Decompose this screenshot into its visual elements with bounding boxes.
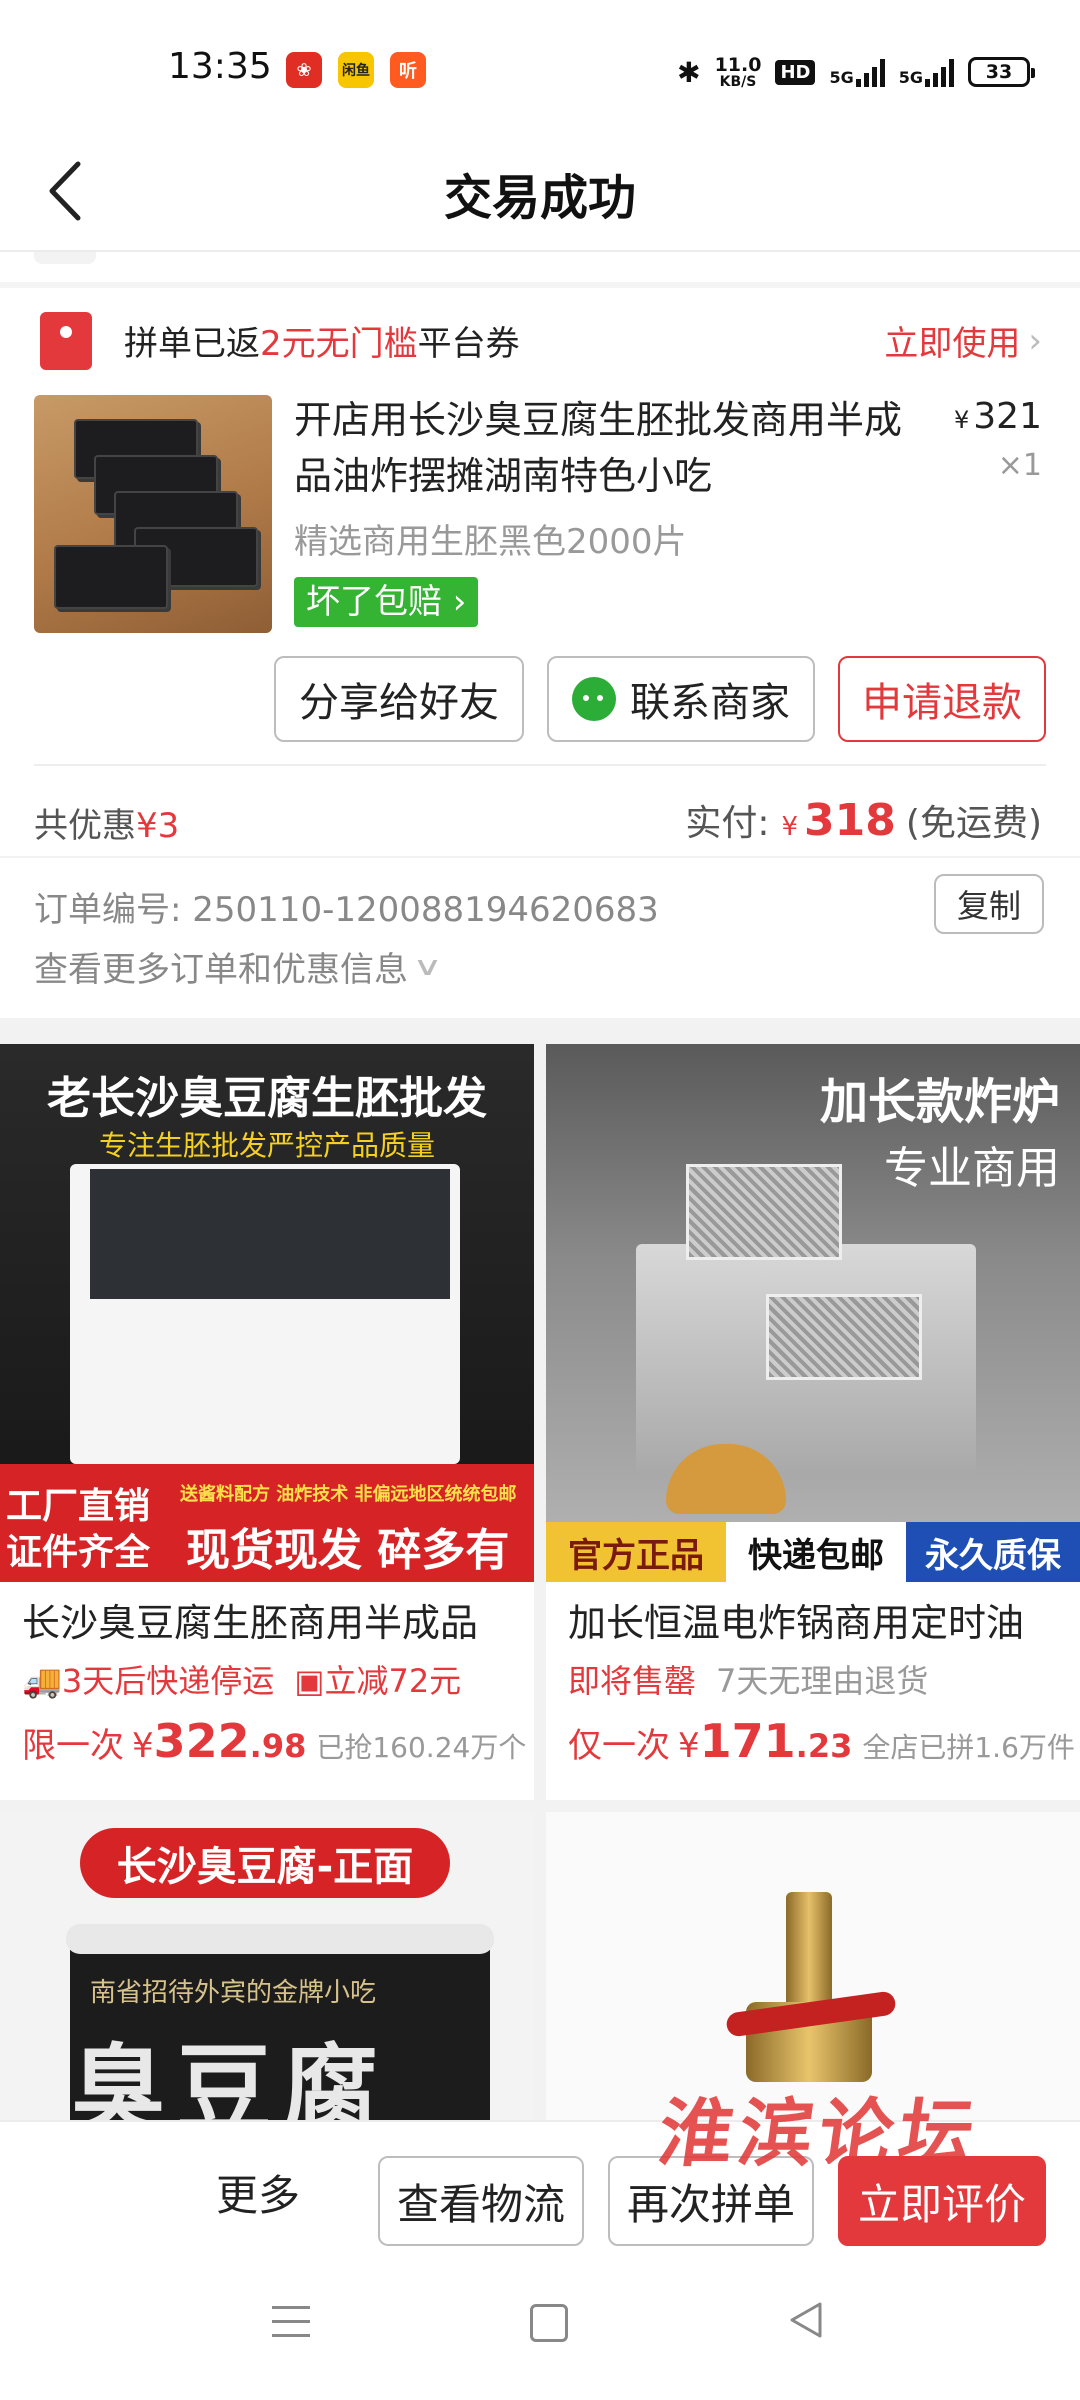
page-title: 交易成功 bbox=[443, 170, 636, 226]
view-logistics-button[interactable]: 查看物流 bbox=[378, 2156, 584, 2246]
contact-seller-button[interactable]: 联系商家 bbox=[547, 656, 815, 742]
chevron-down-icon: ∨ bbox=[412, 951, 443, 982]
coupon-text: 拼单已返2元无门槛平台券 bbox=[124, 324, 520, 364]
recommend-tags: 即将售罄 7天无理由退货 bbox=[568, 1662, 929, 1700]
recommend-card[interactable]: 长沙臭豆腐-正面 南省招待外宾的金牌小吃 臭豆腐 bbox=[0, 1812, 534, 2142]
product-spec: 精选商用生胚黑色2000片 bbox=[294, 522, 687, 562]
forum-watermark: 淮滨论坛 bbox=[653, 2091, 986, 2177]
pinduoduo-icon: ❀ bbox=[286, 52, 322, 88]
recommend-image: 老长沙臭豆腐生胚批发 专注生胚批发严控产品质量 工厂直销 证件齐全 送酱料配方 油… bbox=[0, 1044, 534, 1582]
more-button[interactable]: 更多 bbox=[216, 2162, 300, 2223]
recommend-title: 长沙臭豆腐生胚商用半成品 bbox=[22, 1601, 479, 1645]
product-price: ¥321 bbox=[954, 396, 1042, 437]
discount-summary: 共优惠¥3 bbox=[34, 806, 180, 846]
chevron-right-icon: › bbox=[1028, 320, 1042, 361]
xianyu-icon: 闲鱼 bbox=[338, 52, 374, 88]
battery-icon: 33 bbox=[968, 57, 1035, 87]
recommend-card[interactable]: 加长款炸炉 专业商用 官方正品 快递包邮 永久质保 加长恒温电炸锅商用定时油 即… bbox=[546, 1044, 1080, 1800]
bluetooth-icon: ✱ bbox=[677, 55, 701, 89]
recommend-title: 加长恒温电炸锅商用定时油 bbox=[568, 1601, 1025, 1645]
hd-icon: HD bbox=[775, 59, 816, 85]
recommend-price: 限一次 ¥ 322 .98 已抢160.24万个 bbox=[22, 1714, 527, 1768]
recommend-card[interactable]: 老长沙臭豆腐生胚批发 专注生胚批发严控产品质量 工厂直销 证件齐全 送酱料配方 油… bbox=[0, 1044, 534, 1800]
paid-amount: 实付: ¥ 318 (免运费) bbox=[685, 795, 1042, 846]
signal-5g-icon-2: 5G bbox=[899, 57, 954, 87]
status-time: 13:35 bbox=[168, 46, 272, 87]
divider bbox=[34, 764, 1046, 766]
chat-icon bbox=[572, 677, 616, 721]
divider bbox=[0, 282, 1080, 288]
coupon-icon bbox=[40, 312, 92, 370]
divider bbox=[0, 856, 1080, 858]
coupon-icon: ▣ bbox=[294, 1662, 325, 1700]
copy-order-button[interactable]: 复制 bbox=[934, 874, 1044, 934]
discount-tag: ▣立减72元 bbox=[294, 1662, 462, 1700]
nav-bar: 交易成功 bbox=[0, 130, 1080, 250]
coupon-banner[interactable]: 拼单已返2元无门槛平台券 立即使用 › bbox=[0, 290, 1080, 390]
home-icon[interactable] bbox=[530, 2304, 568, 2342]
recommend-image: 长沙臭豆腐-正面 南省招待外宾的金牌小吃 臭豆腐 bbox=[0, 1812, 534, 2142]
recommend-price: 仅一次 ¥ 171 .23 全店已拼1.6万件 bbox=[568, 1714, 1075, 1768]
order-number: 订单编号: 250110-120088194620683 bbox=[34, 890, 659, 930]
truck-icon-tag: 🚚3天后快递停运 bbox=[22, 1662, 275, 1700]
scrolled-content-edge bbox=[34, 252, 96, 264]
refund-button[interactable]: 申请退款 bbox=[838, 656, 1046, 742]
guarantee-badge[interactable]: 坏了包赔 › bbox=[294, 577, 479, 627]
truck-icon: 🚚 bbox=[22, 1662, 62, 1700]
more-order-info-toggle[interactable]: 查看更多订单和优惠信息 ∨ bbox=[34, 942, 443, 991]
net-speed: 11.0 KB/S bbox=[714, 53, 762, 90]
recent-apps-icon[interactable] bbox=[272, 2306, 310, 2348]
back-triangle-icon[interactable] bbox=[786, 2300, 826, 2340]
listen-icon: 听 bbox=[390, 52, 426, 88]
product-image[interactable] bbox=[34, 395, 272, 633]
status-indicators: ✱ 11.0 KB/S HD 5G 5G 33 bbox=[677, 52, 1035, 92]
product-title[interactable]: 开店用长沙臭豆腐生胚批发商用半成品油炸摆摊湖南特色小吃 bbox=[294, 392, 914, 504]
signal-5g-icon: 5G bbox=[829, 57, 885, 87]
share-button[interactable]: 分享给好友 bbox=[274, 656, 524, 742]
recommend-tags: 🚚3天后快递停运 ▣立减72元 bbox=[22, 1656, 461, 1702]
divider bbox=[0, 250, 1080, 252]
status-bar: 13:35 ❀ 闲鱼 听 ✱ 11.0 KB/S HD 5G 5G 33 bbox=[0, 0, 1080, 130]
recommend-image: 加长款炸炉 专业商用 官方正品 快递包邮 永久质保 bbox=[546, 1044, 1080, 1582]
product-quantity: ×1 bbox=[997, 448, 1042, 483]
system-nav-bar bbox=[0, 2260, 1080, 2400]
section-gap bbox=[0, 1018, 1080, 1044]
recommendation-grid: 老长沙臭豆腐生胚批发 专注生胚批发严控产品质量 工厂直销 证件齐全 送酱料配方 油… bbox=[0, 1044, 1080, 2142]
use-coupon-link[interactable]: 立即使用 › bbox=[884, 316, 1042, 365]
